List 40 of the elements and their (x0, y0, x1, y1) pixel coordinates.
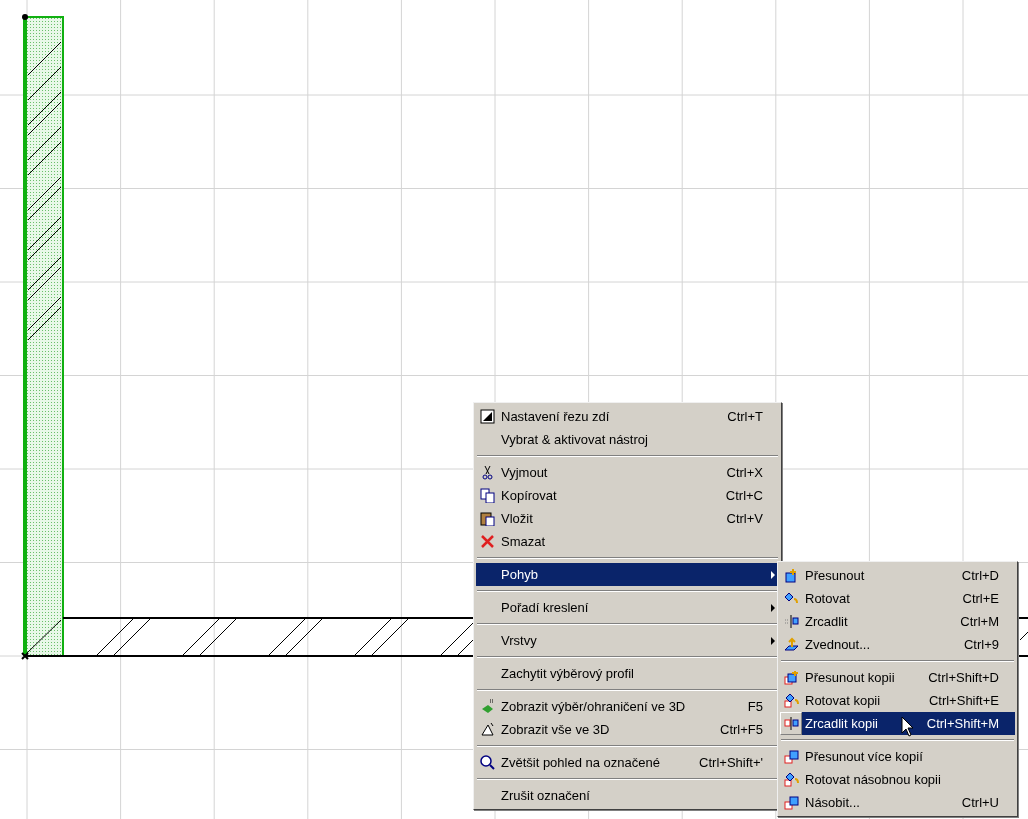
menu-item[interactable]: Rotovat kopii Ctrl+Shift+E (780, 689, 1015, 712)
menu-item[interactable]: Přesunout kopii Ctrl+Shift+D (780, 666, 1015, 689)
menu-item[interactable]: Zrušit označení (476, 784, 779, 807)
magnifier-icon (479, 755, 495, 770)
menu-item[interactable]: Vyjmout Ctrl+X (476, 461, 779, 484)
menu-item[interactable]: Smazat (476, 530, 779, 553)
menu-item[interactable]: Zvětšit pohled na označené Ctrl+Shift+' (476, 751, 779, 774)
menu-item[interactable]: Zobrazit výběr/ohraničení ve 3D F5 (476, 695, 779, 718)
clipboard-icon (479, 511, 495, 526)
mirror-icon (783, 614, 799, 629)
menu-item[interactable]: Vložit Ctrl+V (476, 507, 779, 530)
menu-item[interactable]: Vybrat & aktivovat nástroj (476, 428, 779, 451)
copy-icon (479, 488, 495, 503)
elevate-icon (783, 637, 799, 652)
move-copy-icon (783, 670, 799, 685)
menu-item[interactable]: Přesunout Ctrl+D (780, 564, 1015, 587)
menu-item[interactable]: Kopírovat Ctrl+C (476, 484, 779, 507)
menu-item[interactable]: Zachytit výběrový profil (476, 662, 779, 685)
menu-item[interactable]: Přesunout více kopií (780, 745, 1015, 768)
mouse-cursor-icon (901, 716, 914, 738)
pyramid-icon (479, 722, 495, 737)
menu-item[interactable]: Pohyb (476, 563, 779, 586)
mirror-copy-icon (783, 716, 799, 731)
menu-item[interactable]: Zvednout... Ctrl+9 (780, 633, 1015, 656)
delete-icon (479, 534, 495, 549)
menu-item[interactable]: Zrcadlit kopii Ctrl+Shift+M (780, 712, 1015, 735)
rotate-copy-icon (783, 693, 799, 708)
section-icon (479, 409, 495, 424)
menu-item[interactable]: Rotovat násobnou kopii (780, 768, 1015, 791)
menu-item[interactable]: Násobit... Ctrl+U (780, 791, 1015, 814)
scissors-icon (479, 465, 495, 480)
menu-item[interactable]: Nastavení řezu zdí Ctrl+T (476, 405, 779, 428)
rotate-copy-icon (783, 772, 799, 787)
multiply-icon (783, 795, 799, 810)
menu-item[interactable]: Zrcadlit Ctrl+M (780, 610, 1015, 633)
multiply-icon (783, 749, 799, 764)
menu-item[interactable]: Zobrazit vše ve 3D Ctrl+F5 (476, 718, 779, 741)
move-icon (783, 568, 799, 583)
rotate-icon (783, 591, 799, 606)
menu-item[interactable]: Rotovat Ctrl+E (780, 587, 1015, 610)
